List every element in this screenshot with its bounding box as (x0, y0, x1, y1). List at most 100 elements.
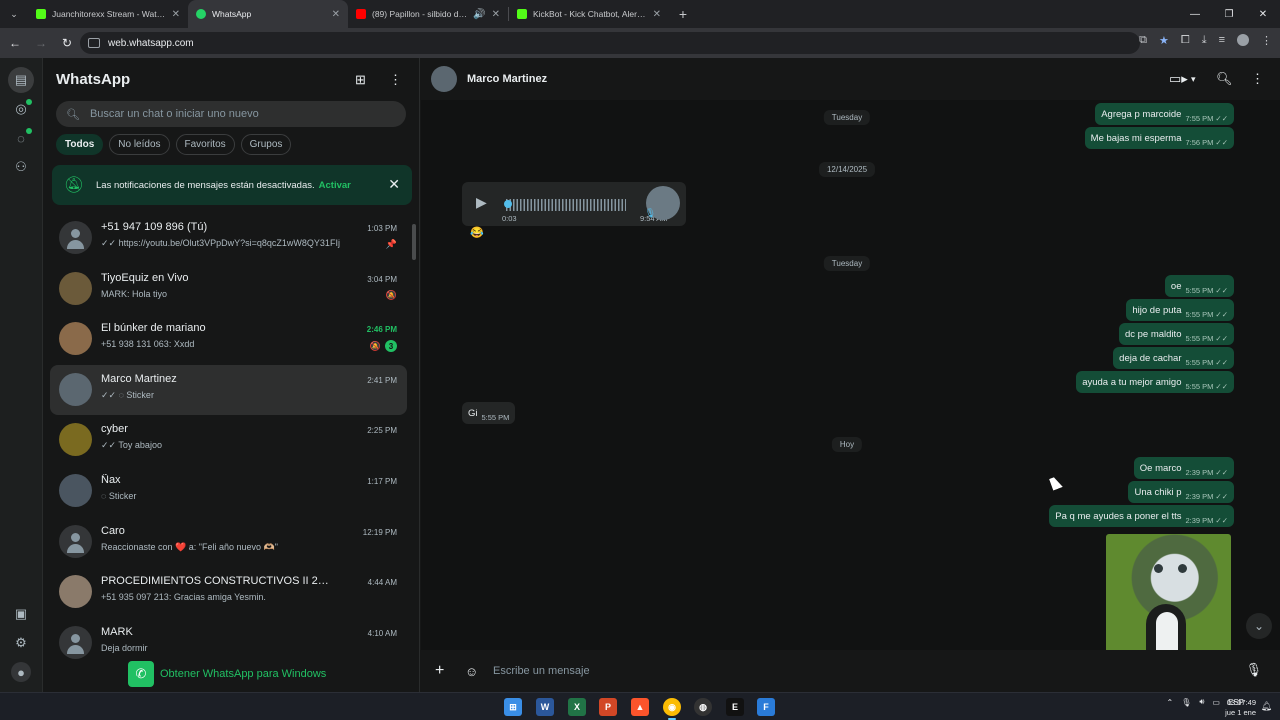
site-info-icon[interactable] (88, 38, 100, 48)
date-separator: 12/14/2025 (818, 162, 876, 177)
chat-list-item[interactable]: El búnker de mariano +51 938 131 063: Xxd… (50, 314, 407, 365)
chat-list-item[interactable]: +51 947 109 896 (Tú) ✓✓ https://youtu.be/… (50, 213, 407, 264)
bookmark-star-icon[interactable]: ★ (1159, 34, 1169, 47)
scroll-down-button[interactable]: ⌄ (1246, 613, 1272, 639)
volume-icon[interactable]: 🔊︎ (1199, 697, 1204, 707)
epic-games-icon[interactable]: E (726, 698, 744, 716)
chat-list-item[interactable]: Ñax ◌ Sticker 1:17 PM (50, 466, 407, 517)
chat-list-item[interactable]: Marco Martinez ✓✓ ◌ Sticker 2:41 PM (50, 364, 407, 416)
start-windows-icon[interactable]: ⊞ (504, 698, 522, 716)
chevron-down-icon[interactable]: ▾ (1191, 74, 1196, 85)
back-arrow-icon[interactable]: ← (2, 36, 28, 50)
outgoing-message: hijo de puta 5:55 PM ✓✓ (1126, 299, 1234, 321)
new-tab-plus-icon[interactable]: + (669, 0, 697, 28)
filter-unread[interactable]: No leídos (109, 134, 170, 155)
obs-icon[interactable]: ◍ (694, 698, 712, 716)
get-app-link[interactable]: ✆ Obtener WhatsApp para Windows (128, 661, 326, 687)
forward-arrow-icon[interactable]: → (28, 36, 54, 50)
scrollbar[interactable] (412, 224, 416, 260)
attach-plus-icon[interactable]: + (435, 662, 455, 680)
filter-favorites[interactable]: Favoritos (175, 134, 235, 155)
media-icon[interactable]: ▣ (11, 604, 31, 624)
avatar[interactable] (59, 271, 92, 305)
settings-gear-icon[interactable]: ⚙ (11, 633, 31, 653)
search-input[interactable]: 🔍︎ Buscar un chat o iniciar uno nuevo (56, 101, 406, 127)
fortnite-icon[interactable]: F (757, 698, 775, 716)
menu-kebab-icon[interactable]: ⋮ (1251, 71, 1264, 87)
conversation-pane: Marco Martinez ▭▸ ▾ 🔍︎ ⋮ Tuesday 12/14/2… (421, 58, 1280, 692)
restore-icon[interactable]: ❐ (1212, 0, 1246, 28)
close-tab-icon[interactable]: ✕ (653, 9, 661, 20)
tab-search-chevron-icon[interactable]: ⌄ (0, 0, 28, 28)
avatar[interactable] (59, 625, 92, 659)
chat-list-item[interactable]: TiyoEquiz en Vivo MARK: Hola tiyo 3:04 PM 🔕 (50, 264, 407, 315)
playhead[interactable] (504, 200, 512, 208)
powerpoint-icon[interactable]: P (599, 698, 617, 716)
profile-avatar[interactable] (1237, 34, 1249, 46)
read-ticks-icon: ✓✓ (1215, 333, 1228, 343)
menu-kebab-icon[interactable]: ⋮ (389, 72, 402, 88)
microphone-icon[interactable]: 🎙︎ (1245, 662, 1262, 678)
install-app-icon[interactable]: ⧉ (1139, 34, 1147, 47)
close-tab-icon[interactable]: ✕ (332, 9, 340, 20)
communities-icon[interactable]: ⚇ (11, 157, 31, 177)
new-chat-icon[interactable]: ⊞ (355, 72, 366, 88)
close-window-icon[interactable]: ✕ (1246, 0, 1280, 28)
chat-list-item[interactable]: cyber ✓✓ Toy abajoo 2:25 PM (50, 415, 407, 466)
chevron-up-icon[interactable]: ⌃ (1167, 698, 1174, 707)
close-icon[interactable]: ✕ (388, 176, 400, 193)
avatar[interactable] (59, 322, 92, 356)
channels-icon[interactable]: ◌ (11, 128, 32, 148)
reload-icon[interactable]: ↻ (54, 36, 80, 50)
browser-menu-icon[interactable]: ⋮ (1261, 34, 1272, 47)
profile-avatar[interactable]: ● (11, 662, 31, 682)
message-input[interactable]: Escribe un mensaje (493, 665, 590, 677)
avatar[interactable] (59, 524, 92, 558)
contact-name[interactable]: Marco Martinez (467, 73, 547, 85)
address-bar[interactable]: web.whatsapp.com (80, 32, 1140, 54)
conversation-header[interactable]: Marco Martinez ▭▸ ▾ 🔍︎ ⋮ (421, 58, 1280, 100)
filter-groups[interactable]: Grupos (240, 134, 292, 155)
avatar[interactable] (59, 423, 92, 457)
clock[interactable]: 03:07:49 jue 1 ene (1225, 698, 1256, 718)
contact-avatar[interactable] (431, 66, 457, 92)
sticker-image[interactable] (1106, 534, 1231, 650)
chat-list-item[interactable]: PROCEDIMIENTOS CONSTRUCTIVOS II 2025 +51 … (50, 567, 407, 618)
avatar[interactable] (59, 372, 92, 406)
tab-kickbot[interactable]: KickBot - Kick Chatbot, Alerts, T ✕ (509, 0, 669, 28)
waveform[interactable] (506, 199, 626, 211)
status-icon[interactable]: ◎ (11, 99, 32, 119)
avatar[interactable] (59, 473, 92, 507)
close-tab-icon[interactable]: ✕ (172, 9, 180, 20)
tab-kick-stream[interactable]: Juanchitorexx Stream - Watch L ✕ (28, 0, 188, 28)
penguin-belly (1156, 612, 1178, 650)
emoji-icon[interactable]: ☺ (465, 664, 485, 679)
chrome-icon[interactable]: ◉ (663, 698, 681, 716)
extensions-icon[interactable]: ⧠ (1181, 34, 1190, 47)
tab-youtube[interactable]: (89) Papillon - silbido de ar 🔊 ✕ (348, 0, 508, 28)
minimize-icon[interactable]: — (1178, 0, 1212, 28)
play-icon[interactable]: ▶ (476, 194, 487, 211)
brave-icon[interactable]: ▲ (631, 698, 649, 716)
download-icon[interactable]: ⤓ (1202, 34, 1207, 47)
close-tab-icon[interactable]: ✕ (492, 9, 500, 20)
excel-icon[interactable]: X (568, 698, 586, 716)
search-icon[interactable]: 🔍︎ (1216, 71, 1233, 87)
chat-list-item[interactable]: Caro Reaccionaste con ❤️ a: "Feli año nue… (50, 517, 407, 568)
notification-bell-icon[interactable]: 🔔︎ (1261, 701, 1272, 712)
speaker-icon[interactable]: 🔊 (473, 9, 485, 20)
mic-icon[interactable]: 🎙︎ (1181, 698, 1191, 707)
read-ticks-icon: ✓✓ (1215, 357, 1228, 367)
word-icon[interactable]: W (536, 698, 554, 716)
mic-icon: 🎙︎ (644, 208, 656, 218)
video-call-icon[interactable]: ▭▸ (1169, 71, 1188, 87)
tab-whatsapp[interactable]: WhatsApp ✕ (188, 0, 348, 28)
battery-icon[interactable]: ▭ (1212, 698, 1220, 707)
avatar[interactable] (59, 221, 92, 254)
avatar[interactable] (59, 575, 92, 609)
activate-link[interactable]: Activar (319, 180, 351, 191)
reaction-emoji[interactable]: 😂 (470, 226, 484, 239)
chats-icon[interactable]: ▤ (8, 67, 34, 93)
filter-all[interactable]: Todos (56, 134, 104, 155)
media-controls-icon[interactable]: ≡ (1219, 34, 1225, 47)
